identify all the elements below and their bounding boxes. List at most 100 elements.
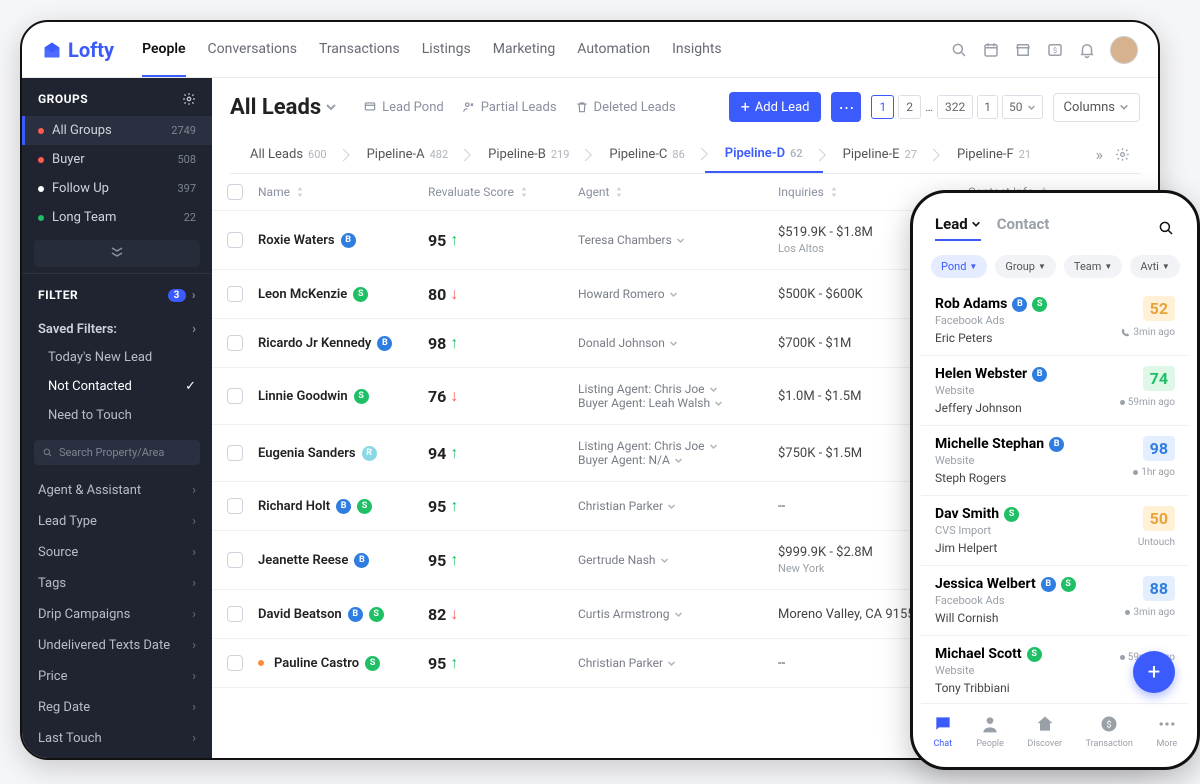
pipeline-tab[interactable]: Pipeline-D62 (705, 136, 823, 173)
pipeline-tab[interactable]: Pipeline-E27 (823, 137, 937, 172)
logo[interactable]: Lofty (42, 38, 114, 62)
page-last[interactable]: 322 (937, 95, 973, 119)
topnav-item-conversations[interactable]: Conversations (208, 23, 297, 77)
filter-row[interactable]: Drip Campaigns› (22, 599, 212, 630)
gear-icon[interactable] (1115, 147, 1130, 162)
page-2[interactable]: 2 (898, 95, 921, 119)
filter-chip[interactable]: Team▼ (1064, 255, 1122, 278)
page-size-select[interactable]: 50 (1002, 95, 1043, 119)
phone-lead-item[interactable]: Helen WebsterB Website Jeffery Johnson 7… (921, 356, 1189, 426)
filter-chip[interactable]: Pond▼ (931, 255, 987, 278)
agent-cell[interactable]: Christian Parker (578, 656, 778, 670)
phone-lead-item[interactable]: Michelle StephanB Website Steph Rogers 9… (921, 426, 1189, 496)
row-checkbox[interactable] (227, 335, 243, 351)
columns-button[interactable]: Columns (1053, 93, 1141, 122)
agent-cell[interactable]: Listing Agent: Chris Joe Buyer Agent: N/… (578, 439, 778, 467)
topnav-item-insights[interactable]: Insights (672, 23, 722, 77)
partial-leads-link[interactable]: Partial Leads (462, 100, 557, 115)
row-checkbox[interactable] (227, 498, 243, 514)
agent-cell[interactable]: Howard Romero (578, 287, 778, 301)
phone-lead-item[interactable]: Rob AdamsBS Facebook Ads Eric Peters 52 … (921, 286, 1189, 356)
chevron-right-icon: › (192, 700, 196, 715)
topnav-item-automation[interactable]: Automation (577, 23, 650, 77)
search-icon[interactable] (1157, 219, 1175, 237)
saved-filters-header[interactable]: Saved Filters: › (22, 312, 212, 343)
saved-filter-item[interactable]: Need to Touch (22, 401, 212, 430)
bottom-nav-people[interactable]: People (976, 714, 1004, 749)
filter-row[interactable]: Lead Type› (22, 506, 212, 537)
agent-cell[interactable]: Gertrude Nash (578, 553, 778, 567)
page-1[interactable]: 1 (871, 95, 894, 119)
filter-row[interactable]: Lender› (22, 754, 212, 760)
agent-cell[interactable]: Listing Agent: Chris Joe Buyer Agent: Le… (578, 382, 778, 410)
filter-chip[interactable]: Avti▼ (1130, 255, 1179, 278)
sidebar-group-item[interactable]: Follow Up397 (22, 174, 212, 203)
page-input[interactable]: 1 (977, 95, 998, 119)
saved-filter-item[interactable]: Today's New Lead (22, 343, 212, 372)
pipeline-tab[interactable]: Pipeline-B219 (468, 137, 589, 172)
add-lead-button[interactable]: + Add Lead (729, 92, 822, 122)
filter-row[interactable]: Agent & Assistant› (22, 475, 212, 506)
agent-cell[interactable]: Teresa Chambers (578, 233, 778, 247)
filter-row[interactable]: Last Touch› (22, 723, 212, 754)
page-title[interactable]: All Leads (230, 95, 337, 120)
col-score[interactable]: Revaluate Score (428, 185, 578, 199)
fab-add[interactable]: + (1133, 651, 1175, 693)
filter-chip[interactable]: Group▼ (995, 255, 1056, 278)
row-checkbox[interactable] (227, 232, 243, 248)
money-icon[interactable]: $ (1046, 41, 1064, 59)
row-checkbox[interactable] (227, 445, 243, 461)
sidebar-group-item[interactable]: All Groups2749 (22, 116, 212, 145)
row-checkbox[interactable] (227, 552, 243, 568)
lead-pond-link[interactable]: Lead Pond (363, 100, 444, 115)
agent-cell[interactable]: Donald Johnson (578, 336, 778, 350)
bell-icon[interactable] (1078, 41, 1096, 59)
sidebar-search[interactable]: Search Property/Area (34, 440, 200, 465)
bottom-nav-discover[interactable]: Discover (1027, 714, 1062, 749)
groups-expand[interactable] (34, 240, 200, 267)
col-agent[interactable]: Agent (578, 185, 778, 199)
filter-header[interactable]: FILTER 3 › (22, 274, 212, 312)
tabs-scroll-more-icon[interactable]: » (1096, 145, 1104, 164)
select-all-checkbox[interactable] (227, 184, 243, 200)
phone-lead-item[interactable]: Dav SmithS CVS Import Jim Helpert 50 Unt… (921, 496, 1189, 566)
row-checkbox[interactable] (227, 388, 243, 404)
sidebar-group-item[interactable]: Buyer508 (22, 145, 212, 174)
filter-row[interactable]: Undelivered Texts Date› (22, 630, 212, 661)
sort-icon (829, 187, 839, 197)
pipeline-tab[interactable]: Pipeline-F21 (937, 137, 1051, 172)
calendar-icon[interactable] (982, 41, 1000, 59)
row-checkbox[interactable] (227, 606, 243, 622)
phone-tab-lead[interactable]: Lead (935, 215, 981, 241)
bottom-nav-more[interactable]: More (1156, 714, 1177, 749)
phone-tab-contact[interactable]: Contact (997, 215, 1050, 241)
gear-icon[interactable] (182, 92, 196, 106)
bottom-nav-chat[interactable]: Chat (933, 714, 953, 749)
filter-row[interactable]: Source› (22, 537, 212, 568)
add-lead-more-button[interactable]: ⋯ (831, 92, 861, 122)
sidebar-group-item[interactable]: Long Team22 (22, 203, 212, 232)
topnav-item-marketing[interactable]: Marketing (493, 23, 556, 77)
row-checkbox[interactable] (227, 655, 243, 671)
phone-lead-item[interactable]: Jessica WelbertBS Facebook Ads Will Corn… (921, 566, 1189, 636)
topnav-item-listings[interactable]: Listings (422, 23, 471, 77)
pipeline-tab[interactable]: All Leads600 (230, 137, 347, 172)
search-icon[interactable] (950, 41, 968, 59)
sort-icon[interactable] (1188, 257, 1189, 277)
pipeline-tab[interactable]: Pipeline-A482 (347, 137, 469, 172)
bottom-nav-transaction[interactable]: $Transaction (1086, 714, 1133, 749)
agent-cell[interactable]: Christian Parker (578, 499, 778, 513)
saved-filter-item[interactable]: Not Contacted✓ (22, 372, 212, 401)
filter-row[interactable]: Reg Date› (22, 692, 212, 723)
storefront-icon[interactable] (1014, 41, 1032, 59)
topnav-item-people[interactable]: People (142, 23, 185, 77)
filter-row[interactable]: Tags› (22, 568, 212, 599)
deleted-leads-link[interactable]: Deleted Leads (575, 100, 676, 115)
pipeline-tab[interactable]: Pipeline-C86 (589, 137, 704, 172)
topnav-item-transactions[interactable]: Transactions (319, 23, 400, 77)
row-checkbox[interactable] (227, 286, 243, 302)
avatar[interactable] (1110, 36, 1138, 64)
filter-row[interactable]: Price› (22, 661, 212, 692)
agent-cell[interactable]: Curtis Armstrong (578, 607, 778, 621)
col-name[interactable]: Name (258, 185, 428, 199)
